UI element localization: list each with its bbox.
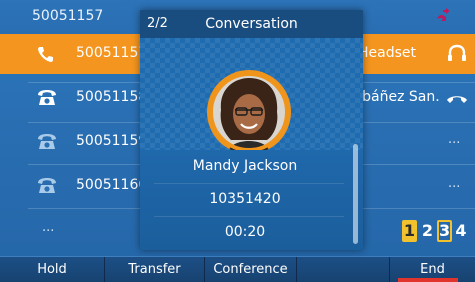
headset-icon [448, 44, 466, 61]
end-indicator [398, 278, 458, 282]
more-indicator: ... [42, 220, 55, 235]
audio-device-label: Headset [358, 45, 417, 61]
call-party-label: Ibáñez San. [358, 89, 440, 105]
divider [154, 183, 344, 184]
desk-phone-icon [38, 90, 56, 105]
page-3[interactable]: 3 [437, 220, 452, 242]
popup-title: Conversation [205, 16, 298, 32]
contact-name: Mandy Jackson [192, 158, 298, 174]
more-indicator: ... [448, 132, 461, 147]
line-label: 50051157 [76, 45, 148, 61]
line-label: 50051160 [76, 177, 148, 193]
call-counter: 2/2 [147, 16, 168, 31]
line-label: 50051158 [76, 89, 148, 105]
contact-number: 10351420 [209, 191, 281, 207]
popup-header: Conversation 2/2 [140, 10, 363, 38]
phone-screen: 50051157 50051157 Headset 50051158 Ibáñe… [0, 0, 475, 282]
conference-button[interactable]: Conference [205, 257, 297, 282]
contact-photo [207, 70, 291, 154]
missed-call-icon[interactable] [434, 8, 450, 24]
call-duration: 00:20 [224, 224, 266, 240]
page-1[interactable]: 1 [402, 220, 417, 242]
contact-photo-icon [209, 72, 289, 152]
popup-details: Mandy Jackson 10351420 00:20 [140, 150, 363, 250]
transfer-button[interactable]: Transfer [105, 257, 205, 282]
hold-button[interactable]: Hold [0, 257, 105, 282]
line-label: 50051159 [76, 133, 148, 149]
divider [154, 216, 344, 217]
desk-phone-icon [38, 134, 56, 149]
popup-scrollbar[interactable] [353, 144, 358, 244]
page-2[interactable]: 2 [420, 220, 435, 242]
page-4[interactable]: 4 [455, 220, 467, 242]
more-indicator: ... [448, 176, 461, 191]
desk-phone-icon [38, 178, 56, 193]
empty-softkey[interactable] [297, 257, 390, 282]
popup-background [140, 38, 363, 154]
hang-up-icon[interactable] [446, 88, 468, 108]
phone-handset-icon [38, 47, 53, 62]
account-label: 50051157 [32, 8, 104, 24]
conversation-popup: Conversation 2/2 Mandy Jackson 10351420 … [140, 10, 363, 250]
